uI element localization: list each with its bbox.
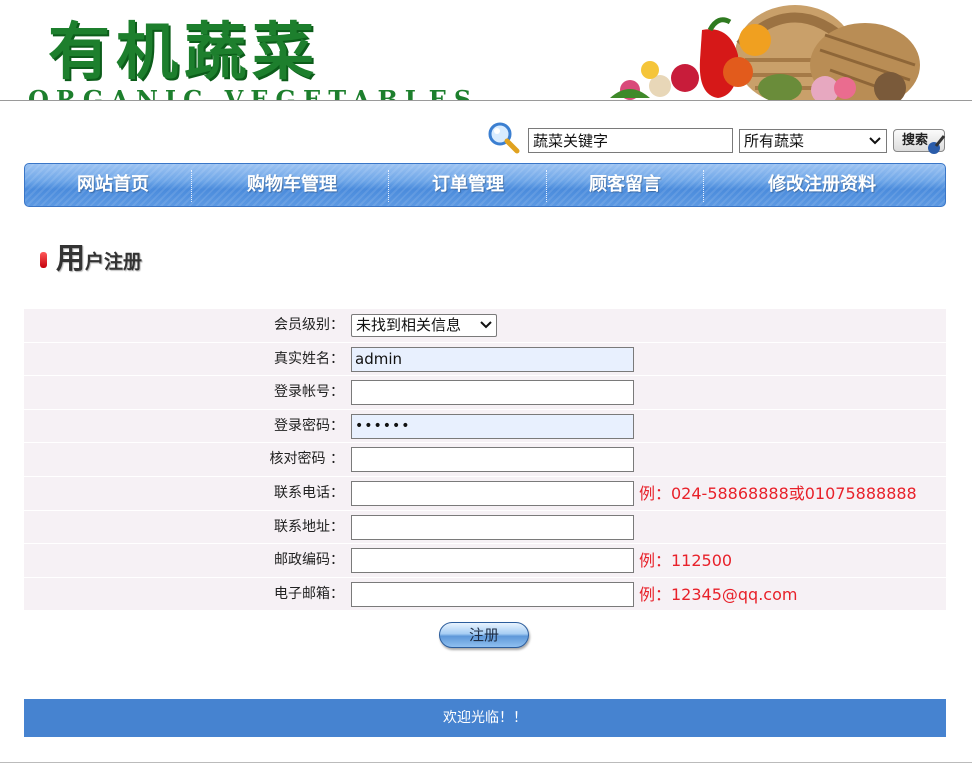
page-title-rest: 户注册 bbox=[85, 251, 143, 273]
register-button[interactable]: 注册 bbox=[439, 622, 529, 648]
member-level-value: 未找到相关信息 bbox=[356, 316, 462, 334]
category-select-value: 所有蔬菜 bbox=[744, 132, 805, 150]
postcode-input[interactable] bbox=[351, 548, 634, 574]
page-title: 用户注册 bbox=[56, 236, 142, 286]
nav-separator bbox=[191, 170, 192, 202]
nav-separator bbox=[703, 170, 704, 202]
chevron-down-icon bbox=[869, 137, 881, 145]
address-input[interactable] bbox=[351, 514, 634, 540]
site-banner: 有机蔬菜 ORGANIC VEGETABLES bbox=[0, 0, 972, 101]
form-row-password: 登录密码： •••••• bbox=[24, 409, 946, 444]
nav-separator bbox=[546, 170, 547, 202]
email-hint: 例：12345@qq.com bbox=[639, 584, 798, 604]
footer-bar: 欢迎光临！！ bbox=[24, 699, 946, 737]
bottom-divider bbox=[0, 762, 972, 763]
account-label: 登录帐号： bbox=[274, 384, 344, 401]
form-row-postcode: 邮政编码： 例：112500 bbox=[24, 544, 946, 578]
form-row-address: 联系地址： bbox=[24, 510, 946, 545]
vegetable-basket-image bbox=[610, 5, 920, 100]
password-label: 登录密码： bbox=[274, 417, 344, 434]
member-level-select[interactable]: 未找到相关信息 bbox=[351, 314, 497, 337]
form-row-confirm-password: 核对密码 ： bbox=[24, 443, 946, 477]
phone-hint: 例：024-58868888或01075888888 bbox=[639, 483, 917, 503]
red-bullet-icon bbox=[40, 252, 47, 268]
nav-item-messages[interactable]: 顾客留言 bbox=[550, 164, 700, 206]
email-label: 电子邮箱： bbox=[274, 585, 344, 602]
postcode-hint: 例：112500 bbox=[639, 551, 733, 571]
site-logo-title: 有机蔬菜 bbox=[48, 15, 321, 88]
registration-form: 会员级别： 未找到相关信息 真实姓名： admin 登录帐号： 登录密码： ••… bbox=[24, 309, 946, 612]
magnifier-icon bbox=[488, 122, 520, 154]
nav-item-cart[interactable]: 购物车管理 bbox=[197, 164, 387, 206]
real-name-label: 真实姓名： bbox=[274, 350, 344, 367]
form-row-account: 登录帐号： bbox=[24, 376, 946, 410]
phone-input[interactable] bbox=[351, 480, 634, 506]
form-row-real-name: 真实姓名： admin bbox=[24, 342, 946, 377]
member-level-label: 会员级别： bbox=[274, 317, 344, 333]
email-input[interactable] bbox=[351, 581, 634, 607]
form-row-member-level: 会员级别： 未找到相关信息 bbox=[24, 309, 946, 343]
account-input[interactable] bbox=[351, 380, 634, 406]
pen-icon bbox=[928, 135, 946, 154]
category-select[interactable]: 所有蔬菜 bbox=[739, 129, 887, 153]
real-name-input[interactable]: admin bbox=[351, 346, 634, 372]
confirm-password-label: 核对密码 ： bbox=[269, 451, 344, 468]
nav-item-edit-profile[interactable]: 修改注册资料 bbox=[707, 164, 937, 206]
main-nav: 网站首页 购物车管理 订单管理 顾客留言 修改注册资料 bbox=[24, 163, 946, 207]
password-input[interactable]: •••••• bbox=[351, 413, 634, 439]
address-label: 联系地址： bbox=[274, 518, 344, 535]
postcode-label: 邮政编码： bbox=[274, 552, 344, 569]
search-button[interactable]: 搜索 bbox=[893, 129, 946, 154]
footer-text: 欢迎光临！！ bbox=[443, 710, 527, 726]
site-logo-subtitle: ORGANIC VEGETABLES bbox=[28, 85, 479, 101]
chevron-down-icon bbox=[480, 321, 492, 329]
nav-item-home[interactable]: 网站首页 bbox=[43, 164, 183, 206]
form-row-email: 电子邮箱： 例：12345@qq.com bbox=[24, 577, 946, 612]
confirm-password-input[interactable] bbox=[351, 447, 634, 473]
phone-label: 联系电话： bbox=[274, 484, 344, 501]
form-row-phone: 联系电话： 例：024-58868888或01075888888 bbox=[24, 476, 946, 511]
page-title-first-char: 用 bbox=[56, 241, 86, 275]
nav-separator bbox=[388, 170, 389, 202]
nav-item-orders[interactable]: 订单管理 bbox=[393, 164, 543, 206]
search-input[interactable] bbox=[528, 128, 733, 153]
